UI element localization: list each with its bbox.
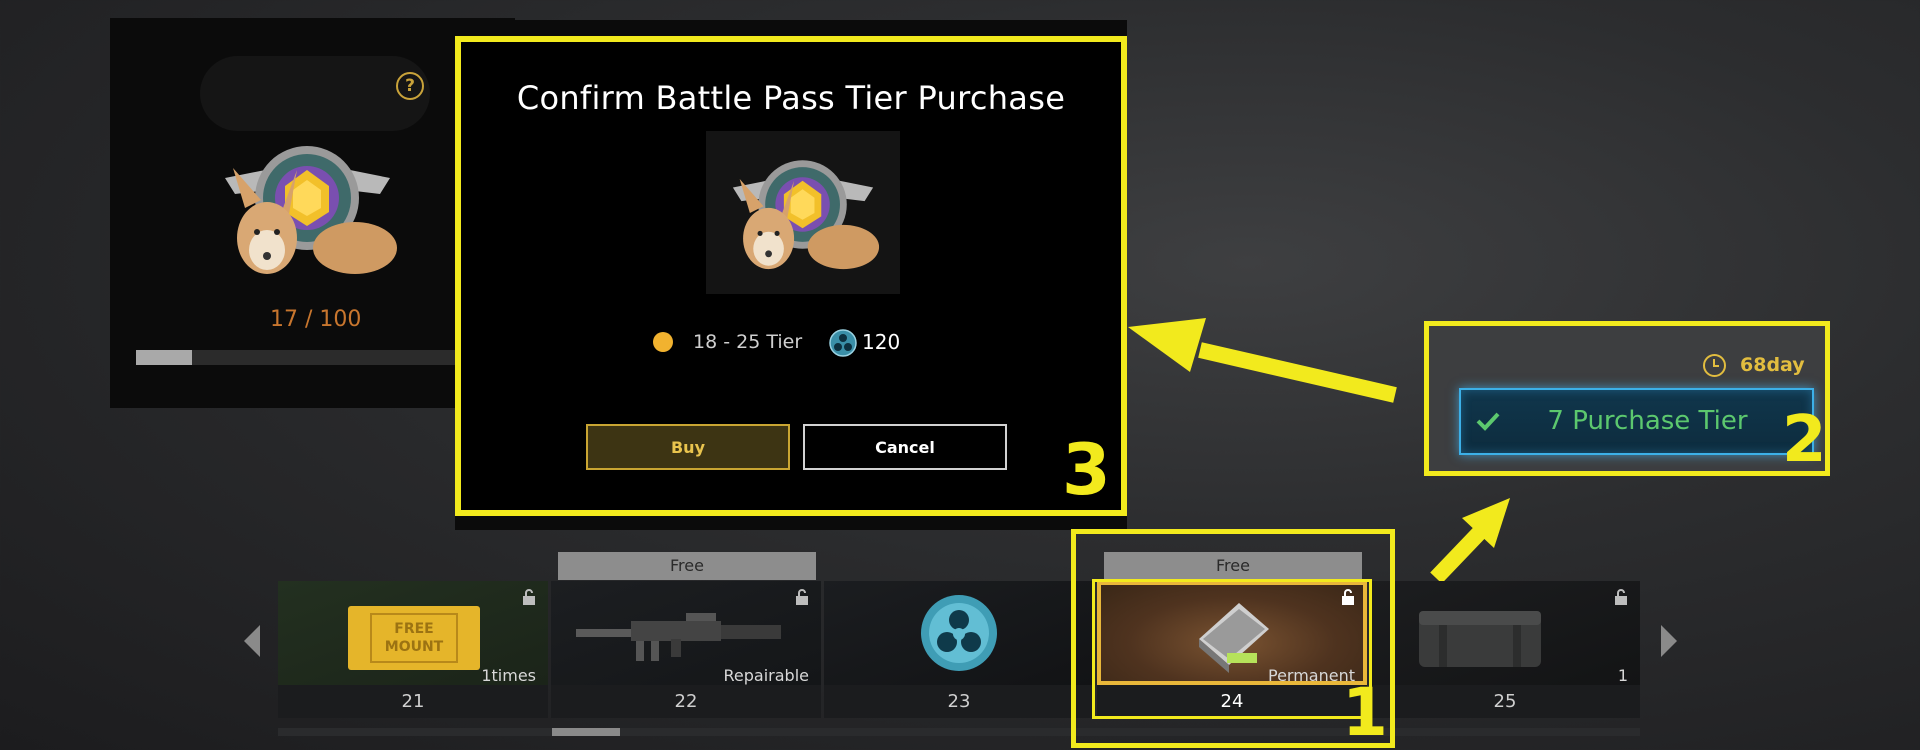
free-tab-22: Free — [558, 552, 816, 580]
tier-dot-icon — [653, 332, 673, 352]
arrow-to-dialog — [1128, 318, 1397, 403]
track-scrollbar[interactable] — [278, 728, 1640, 736]
purchase-tier-panel: 68day 7 Purchase Tier 2 — [1424, 321, 1830, 476]
currency-icon — [829, 329, 857, 357]
help-icon[interactable]: ? — [396, 72, 424, 100]
days-remaining: 68day — [1740, 354, 1805, 376]
tier-cell-21[interactable]: FREE MOUNT 1times 21 — [278, 581, 548, 718]
machine-gun-icon — [576, 613, 781, 661]
cost-amount: 120 — [862, 330, 901, 354]
track-next-arrow-icon[interactable] — [1661, 625, 1677, 657]
reward-quantity: Repairable — [723, 666, 809, 685]
reward-quantity: 1 — [1617, 666, 1628, 685]
supply-crate-icon — [1419, 611, 1541, 667]
tier-progress-bar — [136, 350, 466, 365]
reward-track: FREE MOUNT 1times 21 Repairable 22 23 Pe… — [278, 581, 1640, 718]
tier-number: 23 — [947, 691, 971, 712]
fox-emblem-icon — [225, 146, 397, 274]
reward-image — [824, 581, 1094, 685]
annotation-label-3: 3 — [1062, 429, 1111, 511]
annotation-label-1: 1 — [1342, 674, 1388, 750]
ticket-text: FREE MOUNT — [370, 613, 458, 663]
tier-progress-text: 17 / 100 — [270, 307, 362, 332]
fox-emblem-icon — [732, 160, 880, 270]
tier-cell-25[interactable]: 1 25 — [1370, 581, 1640, 718]
scrollbar-thumb[interactable] — [552, 728, 620, 736]
tier-number: 25 — [1493, 691, 1517, 712]
lock-icon — [796, 589, 808, 605]
purchase-tier-button[interactable]: 7 Purchase Tier — [1459, 388, 1814, 455]
dialog-title: Confirm Battle Pass Tier Purchase — [516, 79, 1066, 117]
dialog-reward-image — [706, 131, 900, 294]
tier-range-text: 18 - 25 Tier — [693, 331, 803, 353]
buy-button[interactable]: Buy — [586, 424, 790, 470]
currency-icon — [921, 595, 997, 671]
annotation-label-2: 2 — [1782, 403, 1827, 477]
lock-icon — [1615, 589, 1627, 605]
reward-quantity: 1times — [481, 666, 536, 685]
confirm-purchase-dialog: Confirm Battle Pass Tier Purchase 18 - 2… — [455, 36, 1127, 516]
reward-image — [1370, 581, 1640, 685]
track-prev-arrow-icon[interactable] — [244, 625, 260, 657]
tier-number: 22 — [674, 691, 698, 712]
free-mount-ticket-icon: FREE MOUNT — [348, 606, 480, 670]
clock-icon — [1703, 354, 1726, 377]
cancel-button[interactable]: Cancel — [803, 424, 1007, 470]
tier-progress-fill — [136, 350, 193, 365]
arrow-to-purchase-box — [1430, 498, 1510, 584]
tier-number: 21 — [401, 691, 425, 712]
purchase-tier-label: 7 Purchase Tier — [1547, 406, 1748, 436]
tier-cell-23[interactable]: 23 — [824, 581, 1094, 718]
lock-icon — [523, 589, 535, 605]
tier-cell-22[interactable]: Repairable 22 — [551, 581, 821, 718]
panel-glow — [200, 56, 430, 131]
